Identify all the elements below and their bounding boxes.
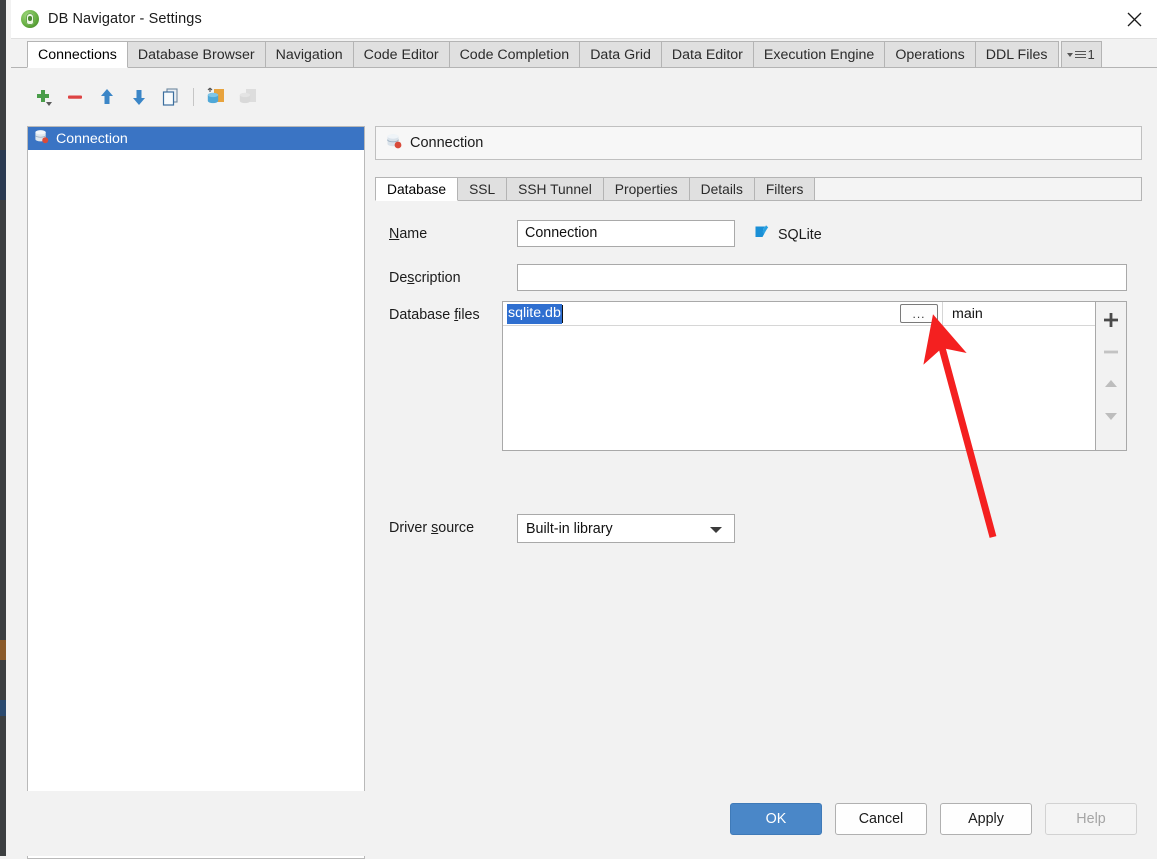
text-caret [561,304,564,323]
window-title: DB Navigator - Settings [48,11,202,27]
add-file-button[interactable] [1099,308,1123,332]
detail-header-title: Connection [410,135,484,151]
tab-execution-engine[interactable]: Execution Engine [752,41,886,68]
toolbar-separator [193,88,194,106]
tab-overflow-button[interactable]: 1 [1060,41,1102,68]
connections-toolbar [27,82,264,112]
dbfiles-label-post: iles [458,307,480,323]
detail-tab-details[interactable]: Details [688,177,755,201]
move-file-down-button [1099,404,1123,428]
name-input[interactable]: Connection [517,220,735,247]
description-label: Description [389,270,461,286]
tab-navigation[interactable]: Navigation [264,41,354,68]
driver-source-value: Built-in library [526,520,613,537]
database-form: Name Connection SQLite Description Datab… [375,220,1142,780]
database-type-label: SQLite [778,226,822,243]
database-type-indicator: SQLite [753,223,822,246]
help-button: Help [1045,803,1137,835]
name-label: Name [389,226,427,242]
tab-data-grid[interactable]: Data Grid [579,41,662,68]
description-input[interactable] [517,264,1127,291]
cancel-button[interactable]: Cancel [835,803,927,835]
tab-ddl-files[interactable]: DDL Files [974,41,1059,68]
detail-tab-strip: Database SSL SSH Tunnel Properties Detai… [375,176,1142,201]
tab-connections[interactable]: Connections [27,41,128,68]
list-item[interactable]: Connection [28,127,364,150]
remove-connection-button[interactable] [59,83,91,111]
tab-code-editor[interactable]: Code Editor [352,41,450,68]
detail-tab-properties[interactable]: Properties [602,177,690,201]
tab-overflow-count: 1 [1087,47,1095,62]
browse-ellipsis-button[interactable]: ... [900,304,938,323]
db-navigator-icon [21,10,39,28]
tab-data-editor[interactable]: Data Editor [660,41,754,68]
chevron-down-icon [710,527,722,533]
duplicate-button[interactable] [155,83,187,111]
detail-tab-database[interactable]: Database [375,177,459,201]
tab-operations[interactable]: Operations [884,41,976,68]
file-path-value: sqlite.db [507,303,562,324]
driver-source-select[interactable]: Built-in library [517,514,735,543]
list-icon [1074,49,1086,60]
export-connection-button [232,83,264,111]
sqlite-icon [753,223,771,246]
dialog-footer: OK Cancel Apply Help [11,791,1157,856]
detail-tab-ssh-tunnel[interactable]: SSH Tunnel [506,177,604,201]
settings-tab-strip: Connections Database Browser Navigation … [11,39,1157,68]
database-files-side-buttons [1096,301,1127,451]
schema-cell[interactable]: main [943,302,1095,325]
database-files-section: sqlite.db ... main [502,301,1127,451]
file-path-cell[interactable]: sqlite.db ... [503,302,943,325]
import-connection-button[interactable] [200,83,232,111]
ok-button[interactable]: OK [730,803,822,835]
description-label-pre: De [389,270,408,286]
name-label-mnemonic: N [389,226,400,242]
detail-tab-filters[interactable]: Filters [753,177,816,201]
driver-source-label: Driver source [389,520,474,536]
description-label-post: cription [414,270,461,286]
list-item-label: Connection [56,130,128,147]
database-connection-icon [386,133,402,153]
tab-database-browser[interactable]: Database Browser [126,41,266,68]
move-down-button[interactable] [123,83,155,111]
detail-tab-filler [813,177,1142,201]
driver-label-post: ource [438,520,475,536]
driver-label-pre: Driver [389,520,432,536]
database-files-table[interactable]: sqlite.db ... main [502,301,1096,451]
chevron-down-icon [1066,52,1073,57]
connection-detail-panel: Connection Database SSL SSH Tunnel Prope… [375,126,1142,859]
dbfiles-label-pre: Database [389,307,455,323]
move-up-button[interactable] [91,83,123,111]
close-icon[interactable] [1111,0,1157,39]
remove-file-button [1099,340,1123,364]
database-files-label: Database files [389,307,480,323]
settings-dialog: DB Navigator - Settings Connections Data… [11,0,1157,859]
tab-code-completion[interactable]: Code Completion [448,41,581,68]
move-file-up-button [1099,372,1123,396]
title-bar: DB Navigator - Settings [11,0,1157,39]
detail-tab-ssl[interactable]: SSL [457,177,508,201]
database-connection-icon [34,129,49,148]
add-connection-button[interactable] [27,83,59,111]
settings-content: Connection Connection Database SSL SSH T… [11,68,1157,859]
table-row[interactable]: sqlite.db ... main [503,302,1095,326]
connection-list[interactable]: Connection [27,126,365,859]
detail-header: Connection [375,126,1142,160]
apply-button[interactable]: Apply [940,803,1032,835]
name-label-text: ame [399,226,428,242]
